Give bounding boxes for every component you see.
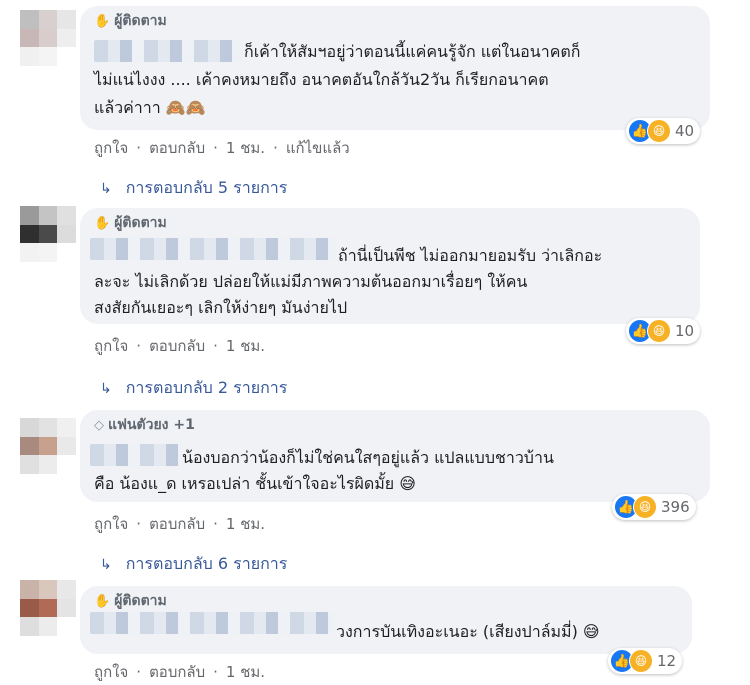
comment-text-line: ถ้านี่เป็นพีช ไม่ออกมายอมรับ ว่าเลิกอะ [338, 246, 603, 265]
comment-actions: ถูกใจ · ตอบกลับ · 1 ชม. · แก้ไขแล้ว [94, 139, 350, 157]
blurred-name [90, 238, 336, 260]
haha-icon: 😆 [647, 319, 671, 343]
comment-text-line: แล้วค่าาา 🙈🙈 [94, 98, 206, 117]
reaction-count: 40 [675, 122, 695, 140]
diamond-icon: ◇ [94, 418, 104, 433]
edited-label: แก้ไขแล้ว [285, 139, 350, 157]
comment-bubble: ✋ ผู้ติดตาม ก็เค้าให้สัมฯอยู่ว่าตอนนี้แค่… [80, 6, 710, 130]
reaction-count: 10 [675, 322, 695, 340]
reply-link[interactable]: ตอบกลับ [149, 663, 205, 681]
reply-arrow-icon: ↳ [100, 381, 112, 397]
badge: ✋ ผู้ติดตาม [94, 590, 167, 612]
replies-label: การตอบกลับ 5 รายการ [125, 178, 288, 197]
avatar[interactable] [20, 206, 76, 262]
badge-label: แฟนตัวยง +1 [108, 417, 195, 433]
comment-text-line: คือ น้องแ_ด เหรอเปล่า ชั้นเข้าใจอะไรผิดม… [94, 474, 416, 493]
avatar[interactable] [20, 10, 76, 66]
reaction-count: 396 [661, 498, 690, 516]
like-link[interactable]: ถูกใจ [94, 663, 128, 681]
comment-actions: ถูกใจ · ตอบกลับ · 1 ชม. [94, 515, 266, 533]
blurred-name [90, 444, 180, 466]
avatar[interactable] [20, 580, 76, 636]
replies-label: การตอบกลับ 2 รายการ [125, 378, 288, 397]
timestamp[interactable]: 1 ชม. [226, 139, 265, 157]
reaction-summary[interactable]: 👍 😆 10 [626, 318, 701, 344]
replies-label: การตอบกลับ 6 รายการ [125, 554, 288, 573]
like-link[interactable]: ถูกใจ [94, 139, 128, 157]
hand-wave-icon: ✋ [94, 14, 111, 29]
badge-label: ผู้ติดตาม [114, 593, 167, 609]
reaction-summary[interactable]: 👍 😆 40 [626, 118, 701, 144]
reaction-summary[interactable]: 👍 😆 12 [608, 648, 683, 674]
reaction-count: 12 [657, 652, 677, 670]
like-link[interactable]: ถูกใจ [94, 337, 128, 355]
comment-bubble: ✋ ผู้ติดตาม วงการบันเทิงอะเนอะ (เสียงปาล์… [80, 586, 692, 654]
comment-text-line: ก็เค้าให้สัมฯอยู่ว่าตอนนี้แค่คนรู้จัก แต… [244, 42, 581, 61]
reply-arrow-icon: ↳ [100, 557, 112, 573]
reply-link[interactable]: ตอบกลับ [149, 515, 205, 533]
haha-icon: 😆 [633, 495, 657, 519]
hand-wave-icon: ✋ [94, 594, 111, 609]
reply-link[interactable]: ตอบกลับ [149, 337, 205, 355]
timestamp[interactable]: 1 ชม. [226, 515, 265, 533]
comment-text-line: ไม่แน่ไงงง .... เค้าคงหมายถึง อนาคตอันใก… [94, 70, 549, 89]
badge: ◇ แฟนตัวยง +1 [94, 414, 195, 436]
comment-bubble: ◇ แฟนตัวยง +1 น้องบอกว่าน้องก็ไม่ใช่คนใสๆ… [80, 410, 710, 502]
badge-label: ผู้ติดตาม [114, 13, 167, 29]
view-replies-link[interactable]: ↳ การตอบกลับ 2 รายการ [100, 376, 287, 401]
like-link[interactable]: ถูกใจ [94, 515, 128, 533]
avatar[interactable] [20, 418, 76, 474]
timestamp[interactable]: 1 ชม. [226, 337, 265, 355]
reaction-summary[interactable]: 👍 😆 396 [612, 494, 696, 520]
comment-text-line: วงการบันเทิงอะเนอะ (เสียงปาล์มมี่) 😅 [336, 622, 600, 641]
reply-arrow-icon: ↳ [100, 181, 112, 197]
badge: ✋ ผู้ติดตาม [94, 10, 167, 32]
haha-icon: 😆 [629, 649, 653, 673]
comment-bubble: ✋ ผู้ติดตาม ถ้านี่เป็นพีช ไม่ออกมายอมรับ … [80, 208, 700, 324]
blurred-name [90, 612, 334, 634]
reply-link[interactable]: ตอบกลับ [149, 139, 205, 157]
haha-icon: 😆 [647, 119, 671, 143]
comment-text-line: สงสัยกันเยอะๆ เลิกให้ง่ายๆ มันง่ายไป [94, 298, 348, 317]
view-replies-link[interactable]: ↳ การตอบกลับ 6 รายการ [100, 552, 287, 577]
hand-wave-icon: ✋ [94, 216, 111, 231]
badge-label: ผู้ติดตาม [114, 215, 167, 231]
view-replies-link[interactable]: ↳ การตอบกลับ 5 รายการ [100, 176, 287, 201]
comment-actions: ถูกใจ · ตอบกลับ · 1 ชม. [94, 663, 266, 681]
blurred-name [94, 40, 242, 62]
comment-text-line: น้องบอกว่าน้องก็ไม่ใช่คนใสๆอยู่แล้ว แปลแ… [182, 448, 554, 467]
badge: ✋ ผู้ติดตาม [94, 212, 167, 234]
comment-text-line: ละจะ ไม่เลิกด้วย ปล่อยให้แม่มีภาพความต้น… [94, 272, 528, 291]
timestamp[interactable]: 1 ชม. [226, 663, 265, 681]
comment-actions: ถูกใจ · ตอบกลับ · 1 ชม. [94, 337, 266, 355]
